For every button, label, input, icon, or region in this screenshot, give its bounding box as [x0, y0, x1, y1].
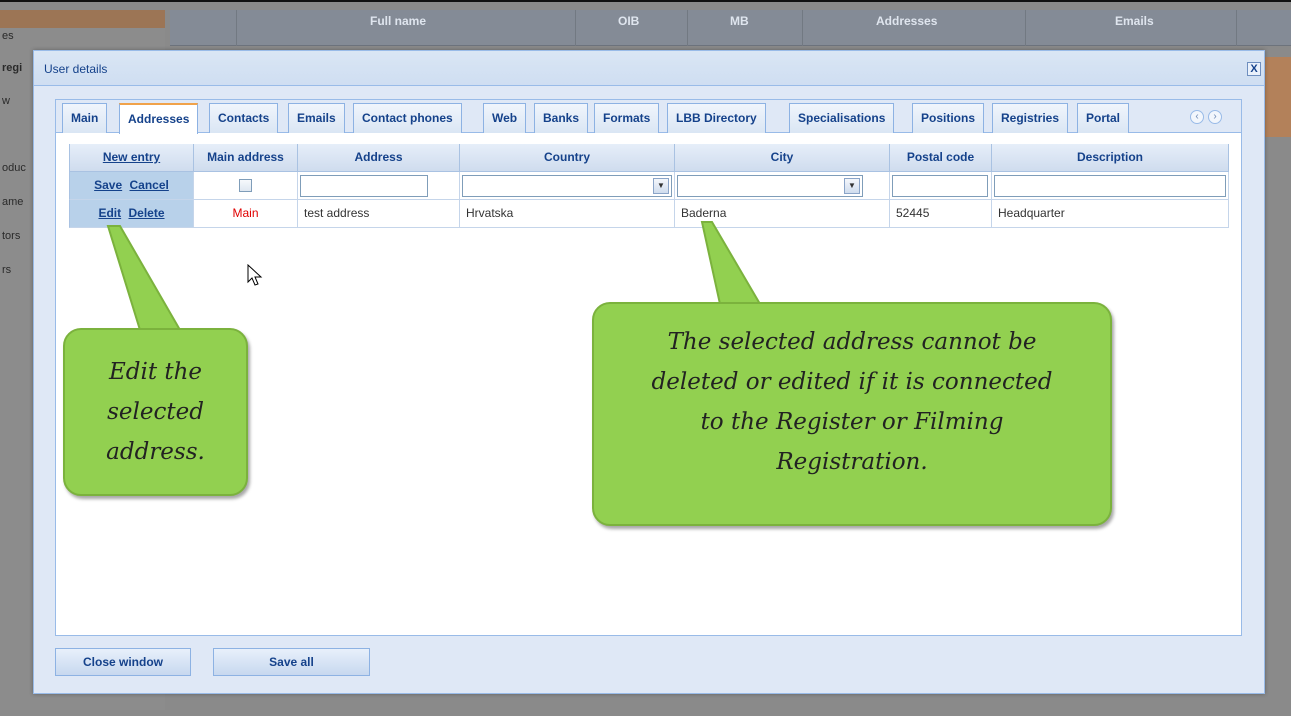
warning-callout: The selected address cannot be deleted o… [592, 302, 1112, 526]
mouse-cursor-icon [247, 264, 263, 286]
edit-callout: Edit the selected address. [63, 328, 248, 496]
callout-line: Edit the [108, 359, 203, 385]
callout-line: selected [107, 399, 204, 425]
callout-line: address. [106, 439, 205, 465]
callout-line: The selected address cannot be [667, 329, 1037, 355]
callout-line: Registration. [776, 449, 928, 475]
callout-line: to the Register or Filming [700, 409, 1004, 435]
warning-callout-pointer [700, 221, 762, 305]
callout-line: deleted or edited if it is connected [651, 369, 1053, 395]
edit-callout-pointer [106, 225, 182, 331]
